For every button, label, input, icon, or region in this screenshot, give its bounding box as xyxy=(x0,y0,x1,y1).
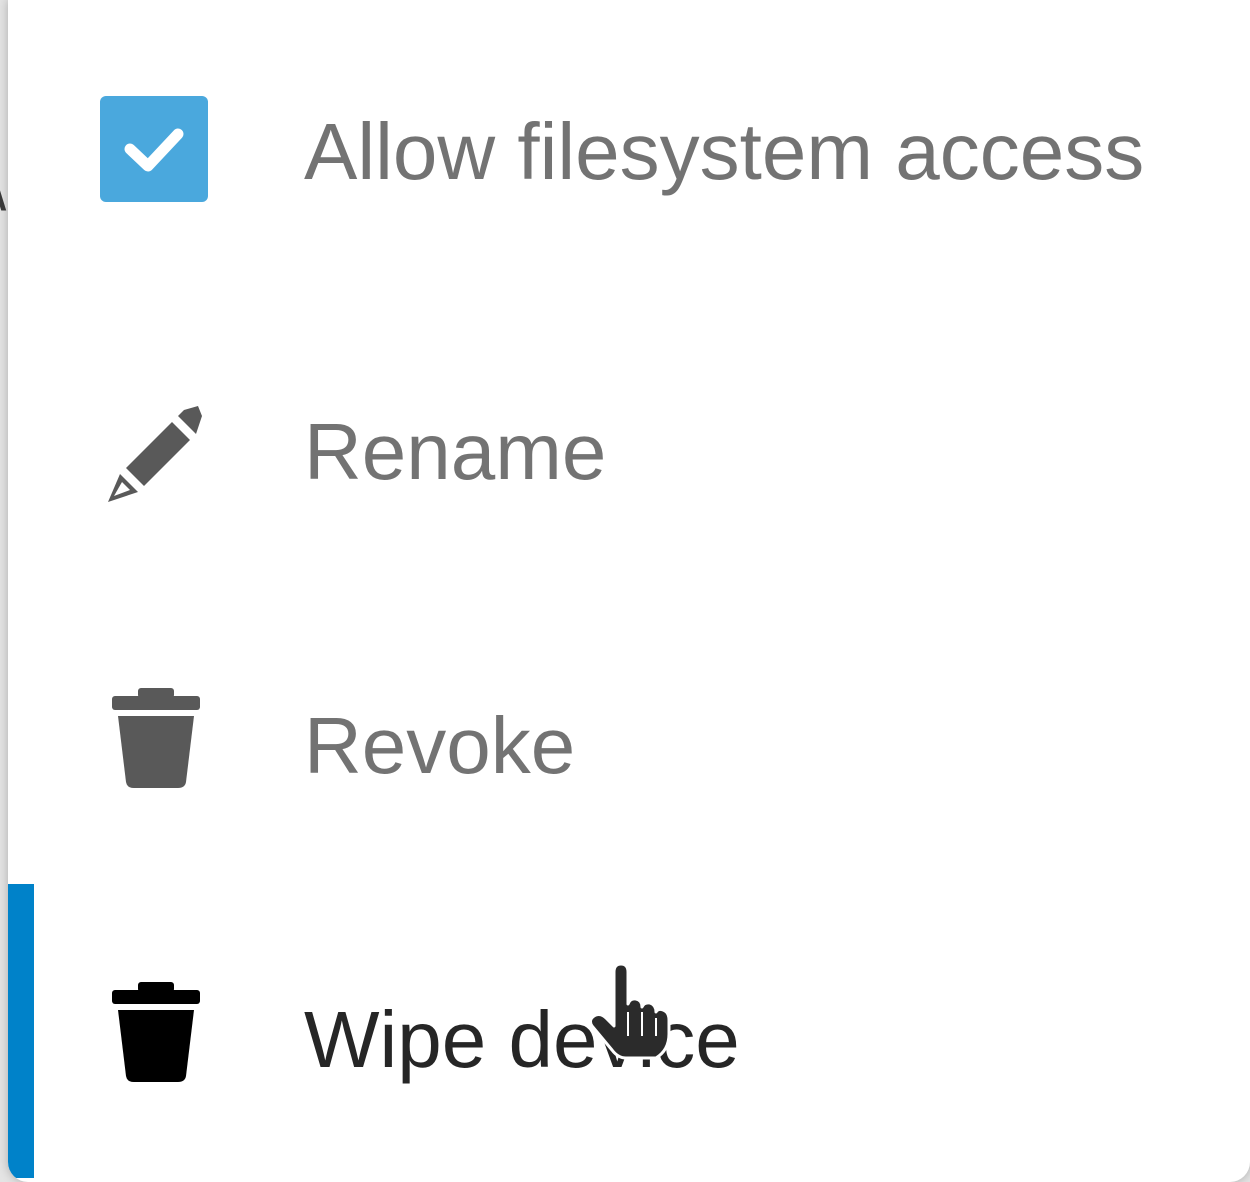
trash-icon xyxy=(100,686,212,798)
device-actions-menu: Allow filesystem access Rename Revoke Wi… xyxy=(8,0,1250,1182)
active-indicator xyxy=(8,884,34,1178)
menu-item-revoke[interactable]: Revoke xyxy=(8,588,1250,882)
pencil-icon xyxy=(100,398,212,510)
hand-cursor-icon xyxy=(586,962,676,1062)
menu-item-label: Revoke xyxy=(304,701,576,790)
trash-icon xyxy=(100,980,212,1092)
background-glyph: \ xyxy=(0,150,6,220)
menu-item-label: Rename xyxy=(304,407,607,496)
menu-item-label: Allow filesystem access xyxy=(304,107,1145,196)
menu-item-allow-filesystem-access[interactable]: Allow filesystem access xyxy=(8,0,1250,294)
checkbox-checked-icon[interactable] xyxy=(100,96,208,202)
menu-item-rename[interactable]: Rename xyxy=(8,294,1250,588)
